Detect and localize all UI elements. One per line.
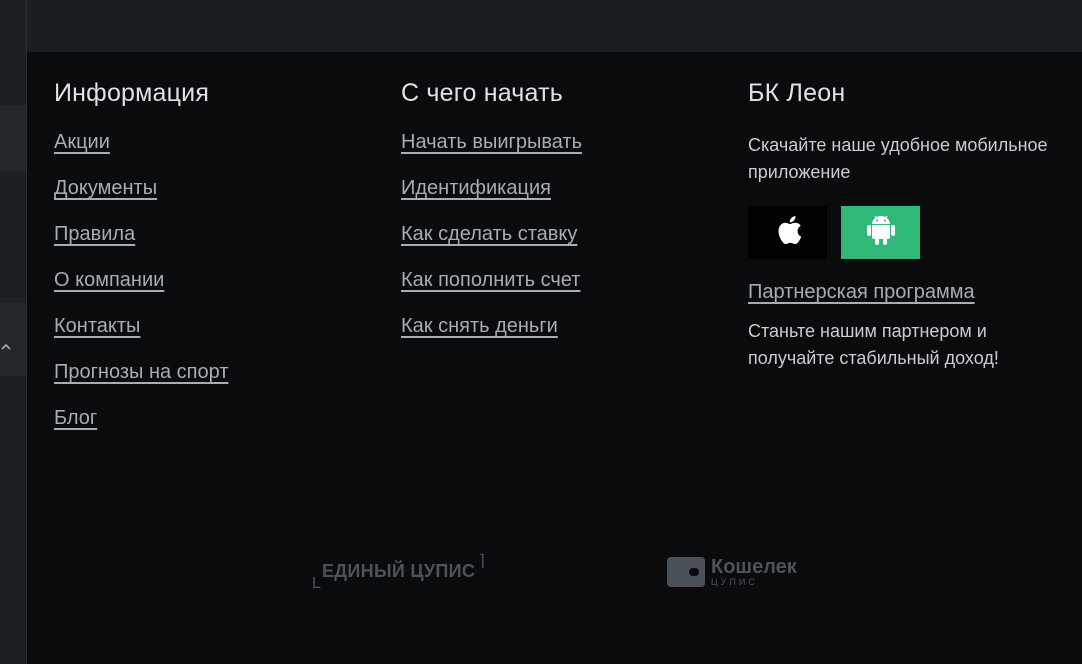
android-app-button[interactable]	[841, 206, 920, 259]
link-about[interactable]: О компании	[54, 269, 164, 291]
column-title: Информация	[54, 79, 210, 107]
wallet-icon	[667, 557, 705, 587]
cupis-logo-text: ЕДИНЫЙ ЦУПИС	[322, 561, 476, 581]
column-title: С чего начать	[401, 79, 563, 107]
cupis-corner-right: ⌉	[478, 553, 486, 570]
app-download-text: Скачайте наше удобное мобильное приложен…	[748, 135, 1048, 182]
link-how-to-bet[interactable]: Как сделать ставку	[401, 223, 577, 245]
cupis-corner-left: L	[312, 575, 322, 592]
link-promotions[interactable]: Акции	[54, 131, 110, 153]
payment-logos: L ЕДИНЫЙ ЦУПИС ⌉ Кошелек ЦУПИС	[27, 553, 1082, 597]
wallet-logo-sub: ЦУПИС	[711, 577, 758, 587]
link-start-winning[interactable]: Начать выигрывать	[401, 131, 582, 153]
android-icon	[866, 214, 895, 251]
partner-text: Станьте нашим партнером и получайте стаб…	[748, 321, 999, 368]
top-bar	[27, 0, 1082, 52]
footer-column-info: Информация Акции Документы Правила О ком…	[54, 78, 228, 452]
footer: Информация Акции Документы Правила О ком…	[27, 52, 1082, 664]
rail-item[interactable]	[0, 105, 26, 171]
link-list: Акции Документы Правила О компании Конта…	[54, 130, 228, 452]
cupis-logo: L ЕДИНЫЙ ЦУПИС ⌉	[312, 553, 485, 592]
wallet-logo: Кошелек ЦУПИС	[667, 557, 797, 587]
link-list: Начать выигрывать Идентификация Как сдел…	[401, 130, 582, 360]
link-rules[interactable]: Правила	[54, 223, 135, 245]
chevron-up-icon[interactable]	[0, 340, 14, 356]
app-store-buttons	[748, 206, 1048, 259]
footer-column-start: С чего начать Начать выигрывать Идентифи…	[401, 78, 582, 360]
partner-program-link[interactable]: Партнерская программа	[748, 281, 975, 304]
link-how-to-deposit[interactable]: Как пополнить счет	[401, 269, 580, 291]
apple-icon	[773, 213, 803, 252]
link-contacts[interactable]: Контакты	[54, 315, 140, 337]
link-blog[interactable]: Блог	[54, 407, 97, 429]
column-title: БК Леон	[748, 79, 846, 107]
ios-app-button[interactable]	[748, 206, 827, 259]
link-predictions[interactable]: Прогнозы на спорт	[54, 361, 228, 383]
wallet-logo-text: Кошелек ЦУПИС	[711, 557, 797, 587]
footer-column-brand: БК Леон Скачайте наше удобное мобильное …	[748, 78, 1048, 372]
link-how-to-withdraw[interactable]: Как снять деньги	[401, 315, 558, 337]
link-documents[interactable]: Документы	[54, 177, 157, 199]
wallet-logo-main: Кошелек	[711, 556, 797, 578]
left-rail	[0, 0, 26, 664]
link-identification[interactable]: Идентификация	[401, 177, 551, 199]
